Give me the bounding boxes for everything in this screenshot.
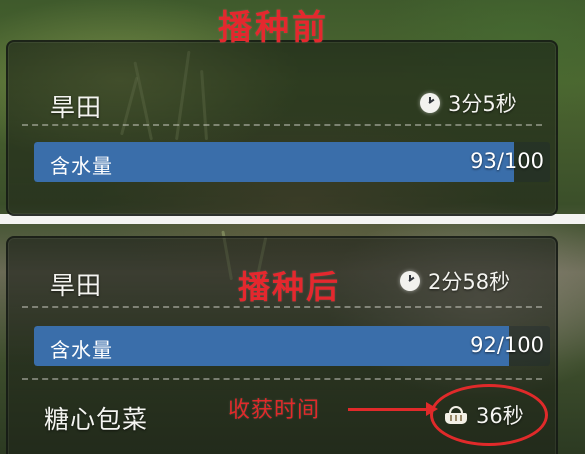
annotation-arrow bbox=[348, 402, 438, 416]
field-name: 旱田 bbox=[50, 93, 103, 122]
timer-text: 3分5秒 bbox=[448, 92, 517, 116]
growth-timer: 2分58秒 bbox=[400, 266, 510, 296]
timer-text: 2分58秒 bbox=[428, 270, 511, 294]
crop-name: 糖心包菜 bbox=[44, 405, 149, 434]
harvest-time-note: 收获时间 bbox=[228, 398, 321, 423]
water-level-value: 92/100 bbox=[470, 333, 544, 357]
clock-icon bbox=[420, 93, 440, 113]
water-level-bar: 含水量 93/100 bbox=[34, 142, 550, 182]
water-level-value: 93/100 bbox=[470, 149, 544, 173]
annotation-circle bbox=[430, 384, 548, 446]
separator-line bbox=[22, 306, 542, 308]
clock-icon bbox=[400, 271, 420, 291]
water-level-bar: 含水量 92/100 bbox=[34, 326, 550, 366]
after-planting-title: 播种后 bbox=[238, 268, 341, 306]
separator-line bbox=[22, 378, 542, 380]
field-panel-before bbox=[6, 40, 558, 216]
water-level-label: 含水量 bbox=[50, 154, 113, 178]
separator-line bbox=[22, 124, 542, 126]
before-planting-title: 播种前 bbox=[218, 8, 329, 48]
growth-timer: 3分5秒 bbox=[420, 88, 517, 118]
water-level-label: 含水量 bbox=[50, 338, 113, 362]
field-name: 旱田 bbox=[50, 271, 103, 300]
